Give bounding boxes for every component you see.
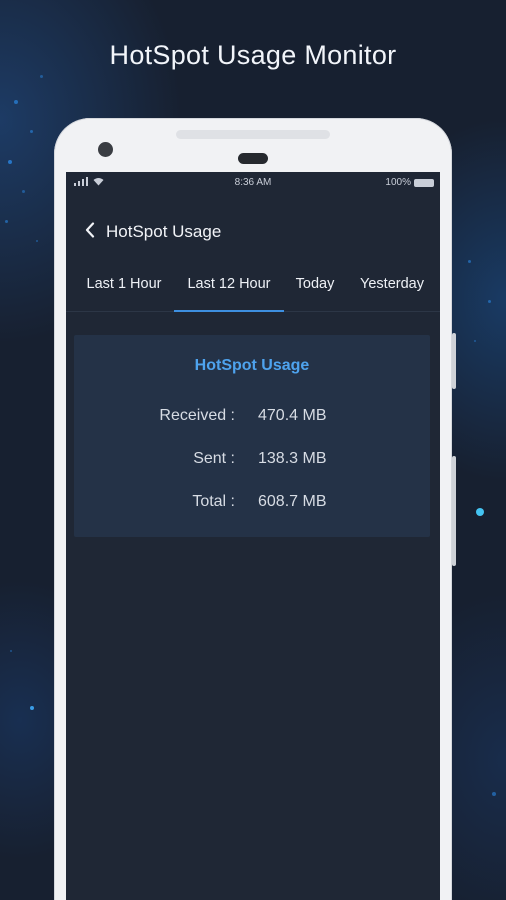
speaker-grille (176, 130, 330, 139)
total-value: 608.7 MB (258, 493, 327, 510)
phone-screen: 8:36 AM 100% HotSpot Usage Last 1 Hour L… (66, 172, 440, 900)
tab-yesterday[interactable]: Yesterday (346, 262, 438, 312)
received-label: Received : (159, 407, 235, 424)
app-title: HotSpot Usage (106, 222, 222, 241)
sent-label: Sent : (193, 450, 235, 467)
volume-button (452, 333, 456, 389)
hotspot-usage-card: HotSpot Usage Received : 470.4 MB Sent :… (74, 335, 430, 537)
received-value: 470.4 MB (258, 407, 327, 424)
sent-value: 138.3 MB (258, 450, 327, 467)
card-title: HotSpot Usage (194, 357, 310, 374)
battery-icon (414, 178, 434, 187)
tab-last-1-hour[interactable]: Last 1 Hour (74, 262, 174, 312)
promo-title: HotSpot Usage Monitor (109, 40, 397, 70)
sent-row: Sent : 138.3 MB (74, 450, 430, 472)
app-bar: HotSpot Usage (66, 194, 440, 262)
phone-frame: 8:36 AM 100% HotSpot Usage Last 1 Hour L… (54, 118, 456, 900)
power-button (452, 456, 456, 566)
front-camera (98, 142, 113, 157)
tab-today[interactable]: Today (284, 262, 346, 312)
total-row: Total : 608.7 MB (74, 493, 430, 515)
time-range-tabs: Last 1 Hour Last 12 Hour Today Yesterday (66, 262, 440, 312)
total-label: Total : (192, 493, 235, 510)
tab-last-12-hour[interactable]: Last 12 Hour (174, 262, 284, 312)
status-time: 8:36 AM (234, 177, 272, 188)
earpiece (238, 153, 268, 164)
back-arrow-icon[interactable] (84, 222, 96, 238)
battery-percent: 100% (385, 177, 411, 188)
received-row: Received : 470.4 MB (74, 407, 430, 429)
battery-status: 100% (385, 177, 434, 188)
status-bar: 8:36 AM 100% (66, 172, 440, 194)
